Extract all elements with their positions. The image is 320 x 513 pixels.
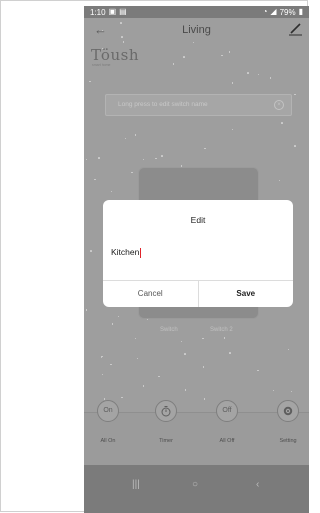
- background-speck: [257, 369, 259, 372]
- edit-pen-icon[interactable]: [287, 22, 303, 36]
- background-speck: [161, 155, 163, 157]
- switch-1-label[interactable]: Switch: [160, 327, 178, 333]
- back-nav-icon[interactable]: ‹: [256, 479, 259, 490]
- background-speck: [142, 385, 145, 387]
- background-speck: [290, 390, 293, 393]
- all-on-label: All On: [100, 438, 116, 444]
- switch-name-input[interactable]: Kitchen: [111, 245, 281, 259]
- wifi-icon: ◔: [262, 7, 268, 16]
- notification-icon: ▤: [119, 7, 127, 16]
- screenshot-frame: 1:10 ▣ ▤ ◔ ◢ 79% ▮ ← Living Töush smart …: [0, 0, 309, 513]
- timer-label: Timer: [159, 438, 173, 444]
- close-icon[interactable]: ×: [274, 100, 284, 110]
- background-speck: [228, 51, 231, 53]
- background-speck: [202, 337, 204, 340]
- battery-icon: ▮: [298, 7, 303, 16]
- switch-name-value: Kitchen: [111, 247, 140, 257]
- background-speck: [110, 363, 112, 366]
- text-caret: [139, 247, 141, 258]
- status-bar: 1:10 ▣ ▤ ◔ ◢ 79% ▮: [84, 6, 309, 18]
- system-nav-bar: ||| ○ ‹: [84, 465, 309, 513]
- cancel-button[interactable]: Cancel: [103, 281, 199, 307]
- background-speck: [183, 56, 185, 58]
- background-speck: [184, 353, 186, 355]
- battery-percent: 79%: [279, 7, 296, 17]
- background-speck: [111, 323, 114, 325]
- background-speck: [247, 72, 249, 74]
- background-speck: [98, 157, 100, 159]
- background-speck: [223, 337, 226, 339]
- background-speck: [281, 122, 283, 124]
- setting-button[interactable]: [277, 400, 299, 422]
- edit-hint-bar: Long press to edit switch name ×: [105, 94, 292, 116]
- home-icon[interactable]: ○: [192, 479, 198, 490]
- dialog-title: Edit: [190, 215, 206, 225]
- background-speck: [158, 375, 160, 377]
- switch-2-label[interactable]: Switch 2: [210, 327, 233, 333]
- background-speck: [134, 134, 137, 136]
- status-time: 1:10: [90, 7, 106, 17]
- timer-button[interactable]: [155, 400, 177, 422]
- brand-logo: Töush: [91, 46, 139, 64]
- edit-dialog: Edit Kitchen Cancel Save: [103, 200, 293, 307]
- app-header: ← Living: [84, 18, 309, 44]
- dialog-actions: Cancel Save: [103, 280, 293, 307]
- background-speck: [204, 147, 206, 150]
- phone-screen: 1:10 ▣ ▤ ◔ ◢ 79% ▮ ← Living Töush smart …: [84, 6, 309, 513]
- gear-icon: [283, 406, 293, 416]
- page-title: Living: [182, 24, 211, 36]
- background-speck: [94, 178, 96, 181]
- all-off-button[interactable]: Off: [216, 400, 238, 422]
- background-speck: [121, 396, 123, 399]
- all-off-icon-text: Off: [222, 407, 232, 414]
- background-speck: [294, 145, 296, 147]
- recent-apps-icon[interactable]: |||: [132, 479, 140, 490]
- setting-label: Setting: [279, 438, 297, 444]
- background-speck: [89, 80, 91, 83]
- all-on-button[interactable]: On: [97, 400, 119, 422]
- background-speck: [269, 77, 271, 79]
- background-speck: [180, 340, 183, 343]
- gallery-icon: ▣: [108, 7, 117, 16]
- brand-tagline: smart home: [92, 63, 111, 67]
- background-speck: [131, 171, 133, 174]
- save-button[interactable]: Save: [199, 281, 294, 307]
- background-speck: [90, 250, 92, 252]
- all-on-icon-text: On: [103, 407, 113, 414]
- all-off-label: All Off: [219, 438, 235, 444]
- signal-icon: ◢: [270, 7, 277, 16]
- hint-text: Long press to edit switch name: [118, 101, 208, 108]
- background-speck: [229, 352, 231, 354]
- timer-icon: [161, 406, 171, 417]
- background-speck: [134, 337, 137, 340]
